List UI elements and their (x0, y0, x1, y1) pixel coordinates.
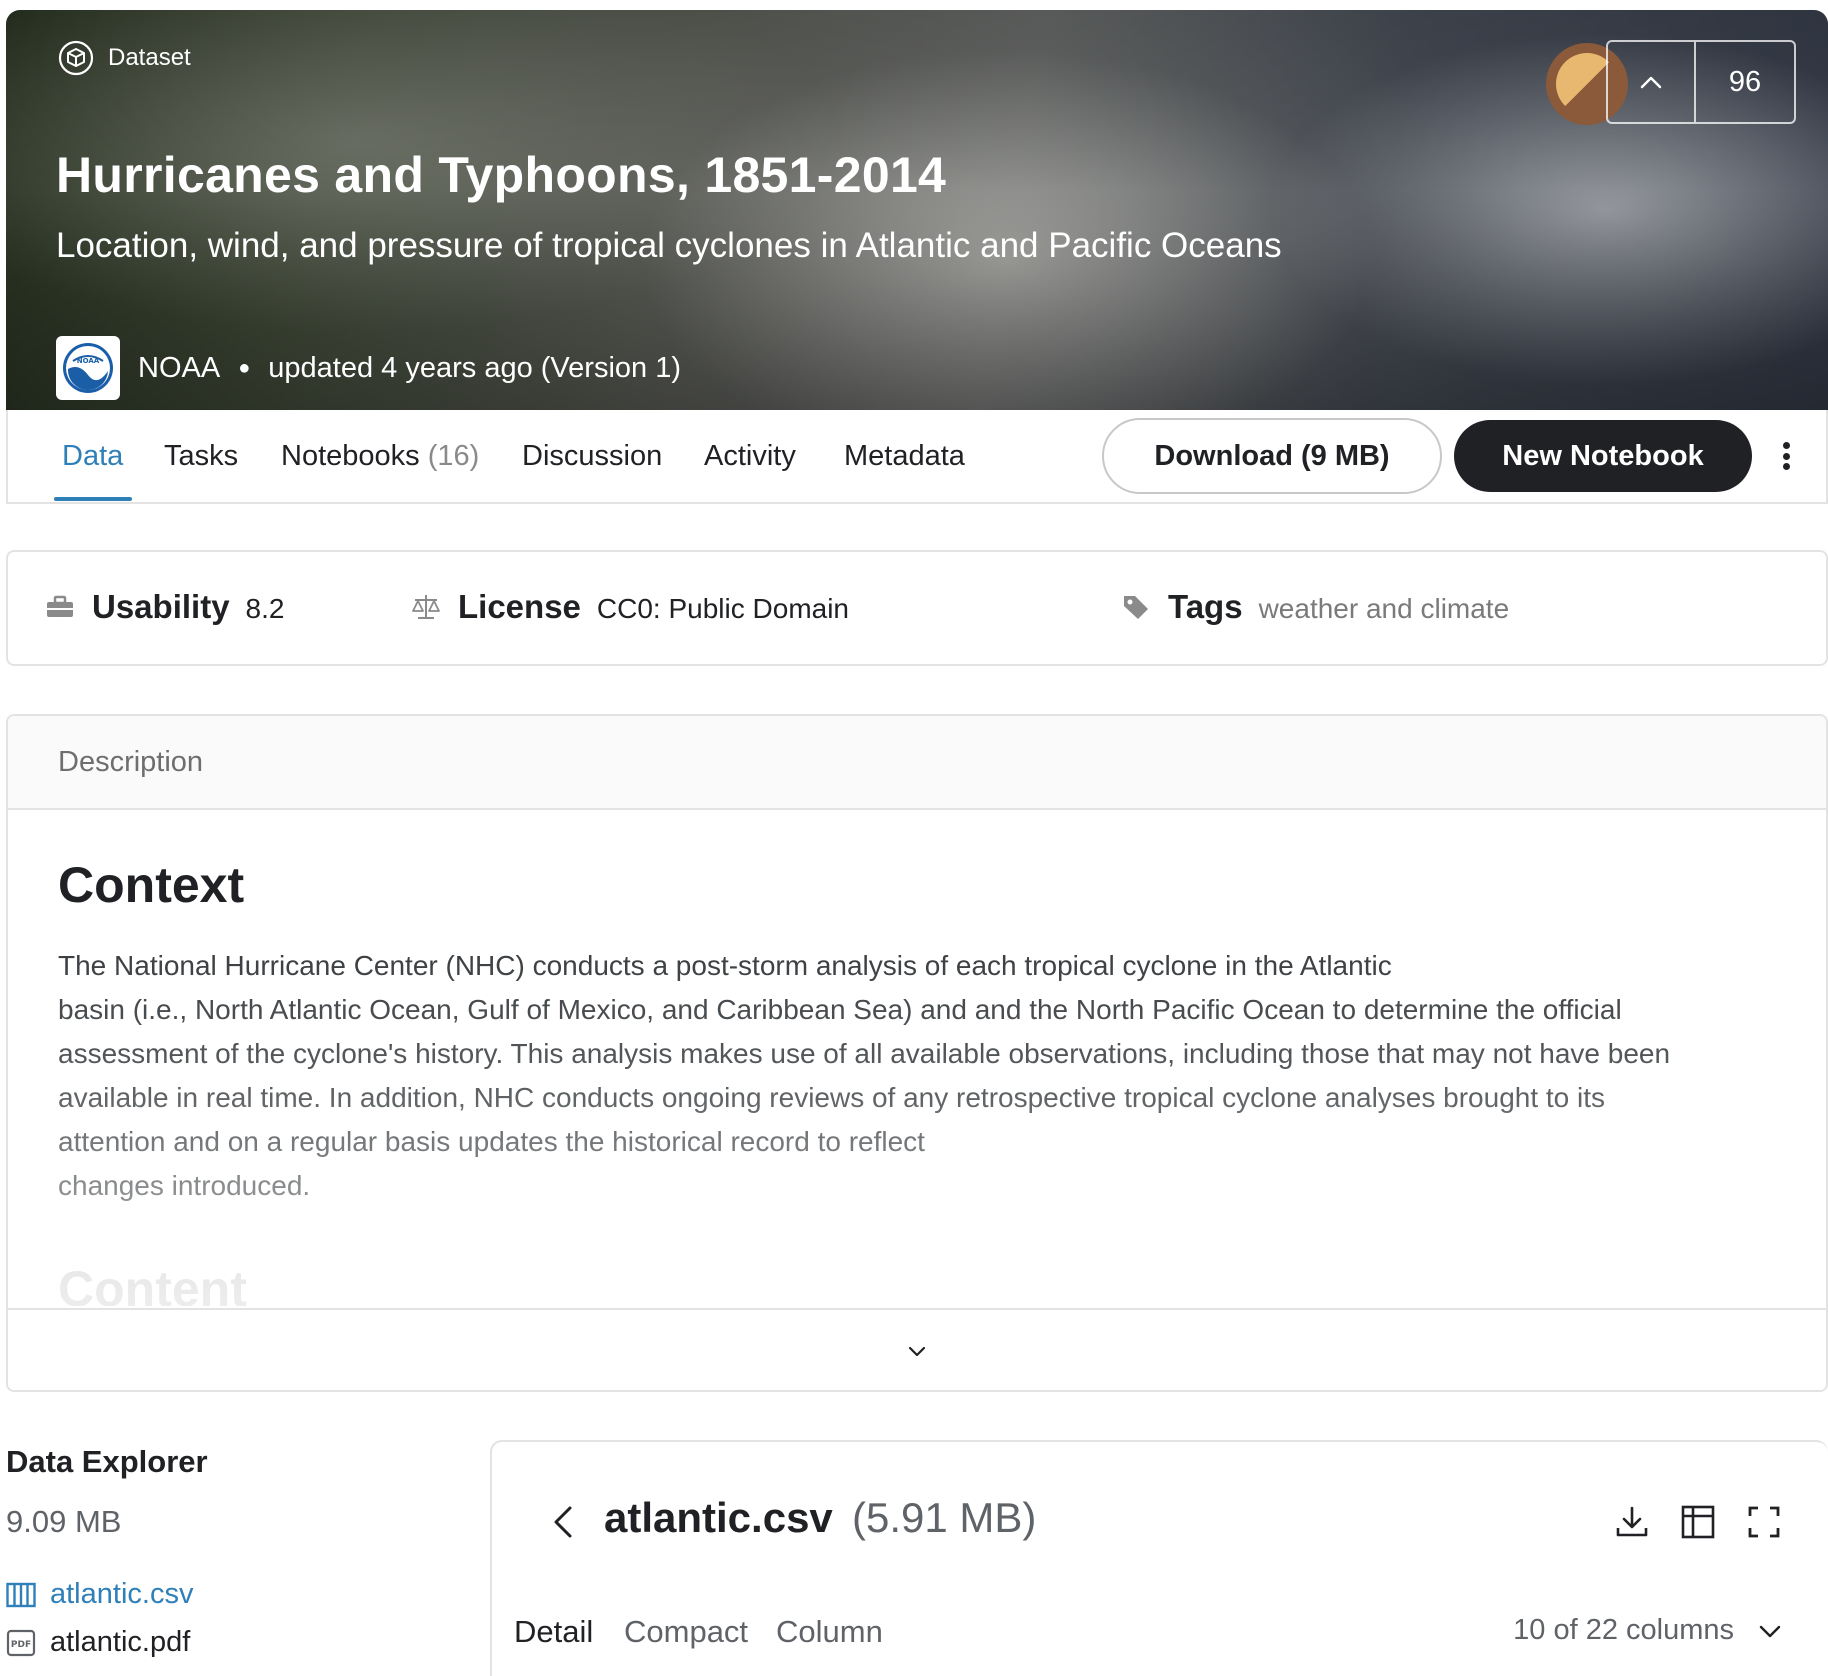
fullscreen-icon[interactable] (1746, 1504, 1782, 1540)
view-tab-column[interactable]: Column (776, 1614, 883, 1650)
svg-text:NOAA: NOAA (77, 357, 100, 365)
data-explorer-size: 9.09 MB (6, 1504, 122, 1539)
more-options-icon[interactable] (1774, 436, 1798, 476)
description-line: basin (i.e., North Atlantic Ocean, Gulf … (58, 994, 1622, 1025)
file-name: atlantic.csv (50, 1578, 194, 1610)
file-item-atlantic-pdf[interactable]: PDF atlantic.pdf (6, 1626, 190, 1659)
scale-icon (412, 595, 440, 619)
preview-file-size: (5.91 MB) (852, 1494, 1037, 1541)
tab-metadata[interactable]: Metadata (844, 440, 965, 473)
tags-label: Tags (1168, 588, 1243, 625)
usability-value: 8.2 (245, 593, 285, 624)
columns-summary: 10 of 22 columns (1513, 1614, 1734, 1646)
license-label: License (458, 588, 581, 625)
download-button[interactable]: Download (9 MB) (1102, 418, 1442, 494)
active-tab-indicator (54, 497, 132, 501)
dataset-meta-card: Usability 8.2 License CC0: Public Domain… (6, 550, 1828, 666)
upvote-widget: 96 (1606, 40, 1796, 124)
columns-selector[interactable]: 10 of 22 columns (1513, 1614, 1782, 1647)
owner-name-link[interactable]: NOAA (138, 352, 220, 385)
tags-item: Tags weather and climate (1120, 588, 1509, 626)
description-paragraph: The National Hurricane Center (NHC) cond… (58, 944, 1798, 1208)
updated-text: updated 4 years ago (Version 1) (268, 351, 681, 384)
owner-logo[interactable]: NOAA (56, 336, 120, 400)
tab-notebooks-label: Notebooks (281, 440, 420, 472)
table-view-icon[interactable] (1680, 1504, 1716, 1540)
tab-activity[interactable]: Activity (704, 440, 796, 473)
description-card: Description Context The National Hurrica… (6, 714, 1828, 1392)
usability-item: Usability 8.2 (44, 588, 284, 626)
file-preview-panel: atlantic.csv (5.91 MB) Detail Compact Co… (490, 1440, 1828, 1676)
license-value[interactable]: CC0: Public Domain (597, 593, 849, 625)
dataset-cube-icon (58, 40, 94, 76)
tab-notebooks[interactable]: Notebooks (16) (281, 440, 479, 473)
upvote-button[interactable] (1608, 42, 1696, 122)
tab-discussion[interactable]: Discussion (522, 440, 662, 473)
tab-data[interactable]: Data (62, 440, 123, 473)
dataset-subtitle: Location, wind, and pressure of tropical… (56, 226, 1282, 265)
tab-notebooks-count: (16) (427, 440, 480, 472)
description-line: available in real time. In addition, NHC… (58, 1082, 1606, 1113)
separator-dot: ● (238, 356, 251, 379)
description-header: Description (8, 716, 1826, 810)
chevron-down-icon (1759, 1625, 1781, 1637)
view-tab-compact[interactable]: Compact (624, 1614, 748, 1650)
toolbox-icon (47, 595, 73, 617)
description-heading-content: Content (58, 1261, 247, 1306)
dataset-type-text: Dataset (108, 44, 191, 71)
tag-icon (1124, 596, 1148, 619)
description-body: Context The National Hurricane Center (N… (58, 856, 1798, 1208)
dataset-owner-row: NOAA NOAA ● updated 4 years ago (Version… (56, 336, 681, 400)
dataset-title: Hurricanes and Typhoons, 1851-2014 (56, 147, 947, 203)
new-notebook-button[interactable]: New Notebook (1454, 420, 1752, 492)
dataset-tab-bar: Data Tasks Notebooks (16) Discussion Act… (6, 410, 1828, 504)
pdf-icon: PDF (6, 1629, 36, 1656)
file-item-atlantic-csv[interactable]: atlantic.csv (6, 1578, 193, 1611)
chevron-up-icon (1640, 76, 1662, 89)
upvote-count: 96 (1728, 65, 1762, 98)
chevron-down-icon (908, 1346, 926, 1357)
view-tab-detail[interactable]: Detail (514, 1614, 593, 1650)
expand-description-button[interactable] (8, 1308, 1826, 1390)
file-name: atlantic.pdf (50, 1626, 191, 1658)
dataset-hero-banner: Dataset Hurricanes and Typhoons, 1851-20… (6, 10, 1828, 410)
description-line: The National Hurricane Center (NHC) cond… (58, 950, 1392, 981)
preview-toolbar (1614, 1504, 1782, 1540)
download-icon[interactable] (1614, 1504, 1650, 1540)
noaa-logo-icon: NOAA (63, 343, 113, 393)
usability-label: Usability (92, 588, 230, 625)
tab-tasks[interactable]: Tasks (164, 440, 238, 473)
description-line: assessment of the cyclone's history. Thi… (58, 1038, 1671, 1069)
dataset-type-label: Dataset (58, 40, 191, 76)
svg-text:PDF: PDF (11, 1640, 31, 1650)
data-explorer-title: Data Explorer (6, 1444, 208, 1479)
description-line: changes introduced. (58, 1170, 311, 1201)
description-heading-context: Context (58, 857, 245, 913)
chevron-left-icon[interactable] (550, 1504, 576, 1540)
description-line: attention and on a regular basis updates… (58, 1126, 925, 1157)
preview-file-name: atlantic.csv (604, 1494, 833, 1541)
table-icon (6, 1582, 36, 1607)
license-item: License CC0: Public Domain (410, 588, 849, 626)
tag-weather-and-climate[interactable]: weather and climate (1259, 593, 1510, 625)
